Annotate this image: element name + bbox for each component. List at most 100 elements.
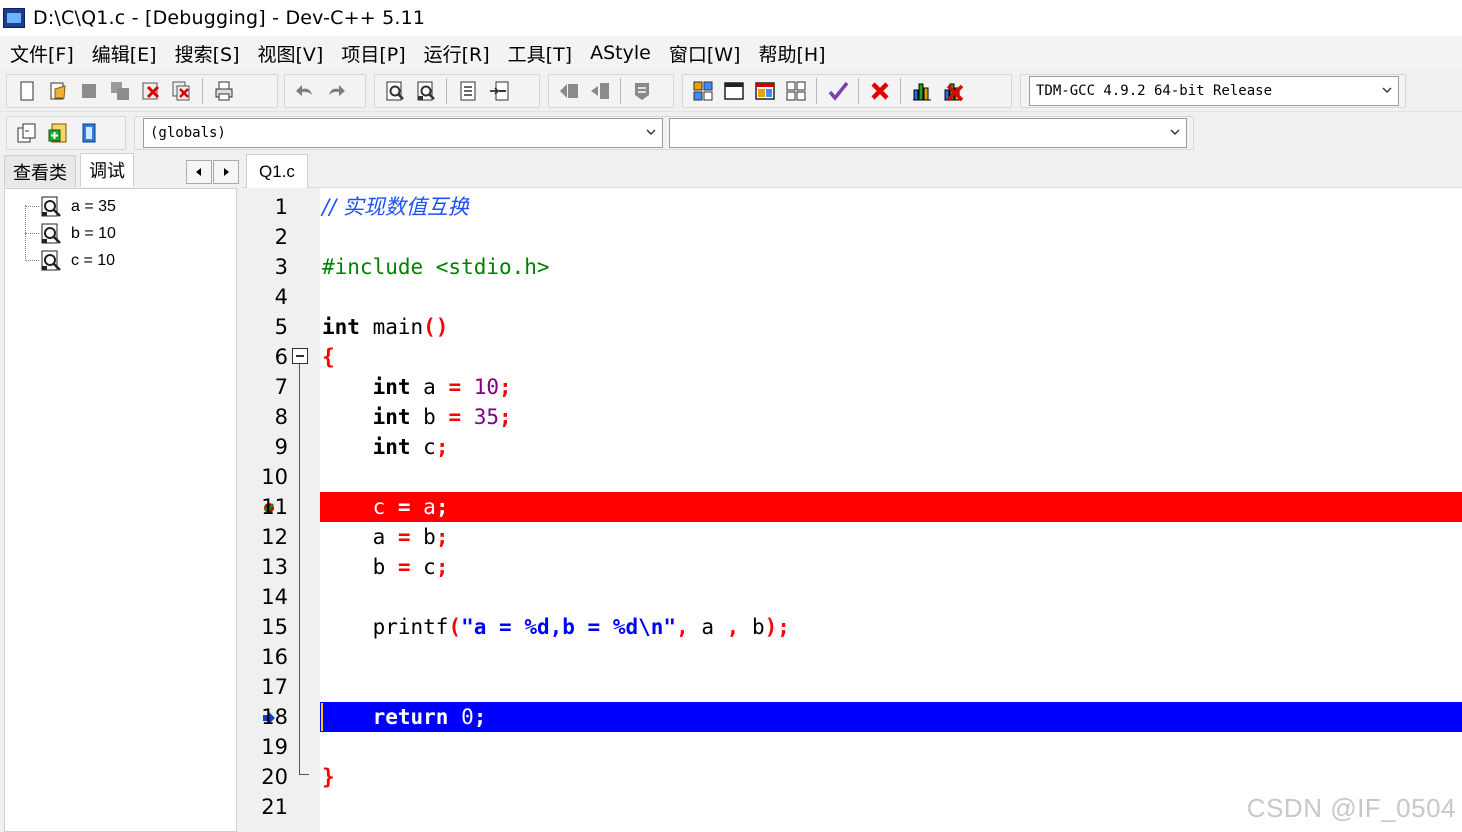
line-code: {: [322, 342, 335, 372]
menu-run[interactable]: 运行[R]: [420, 40, 504, 67]
compile-run-button[interactable]: [751, 78, 778, 105]
tree-connector: [25, 260, 39, 261]
secondary-toolbar: (globals): [0, 112, 1462, 152]
tab-debug[interactable]: 调试: [80, 153, 134, 187]
function-select[interactable]: [669, 118, 1187, 148]
compiler-select[interactable]: TDM-GCC 4.9.2 64-bit Release: [1029, 76, 1399, 106]
symbol-token: ,: [676, 615, 689, 639]
menu-file[interactable]: 文件[F]: [6, 40, 88, 67]
new-project-button[interactable]: [13, 120, 40, 147]
code-line: 12 a = b;: [248, 522, 1462, 552]
red-x-icon: [870, 82, 889, 100]
menu-project[interactable]: 项目[P]: [337, 40, 419, 67]
redo-button[interactable]: [322, 78, 349, 105]
rebuild-all-button[interactable]: [782, 78, 809, 105]
line-number: 2: [274, 225, 288, 249]
stop-execution-button[interactable]: [866, 78, 893, 105]
line-number: 21: [261, 795, 288, 819]
goto-line-button[interactable]: [454, 78, 481, 105]
toggle-comment-button[interactable]: [628, 78, 655, 105]
code-line: 19: [248, 732, 1462, 762]
symbol-token: ;: [473, 705, 487, 729]
scope-select[interactable]: (globals): [143, 118, 663, 148]
menu-help[interactable]: 帮助[H]: [754, 40, 839, 67]
identifier-token: c: [410, 435, 436, 459]
replace-button[interactable]: [412, 78, 439, 105]
chevron-down-icon: [1170, 129, 1180, 135]
close-file-button[interactable]: [137, 78, 164, 105]
menu-tools[interactable]: 工具[T]: [504, 40, 586, 67]
line-code: printf("a = %d,b = %d\n", a , b);: [322, 612, 790, 642]
symbol-token: =: [397, 495, 411, 519]
comment-icon: [634, 83, 649, 100]
compile-button[interactable]: [689, 78, 716, 105]
watch-item[interactable]: b = 10: [39, 222, 116, 246]
watch-label: a = 35: [71, 198, 116, 215]
string-token: %d,b: [511, 615, 588, 639]
tab-class-browser[interactable]: 查看类: [4, 155, 76, 187]
symbol-token: ,: [726, 615, 740, 639]
menu-astyle[interactable]: AStyle: [586, 42, 665, 64]
run-window-icon: [723, 82, 744, 100]
new-file-button[interactable]: [13, 78, 40, 105]
line-number: 1: [274, 195, 288, 219]
line-number: 7: [274, 375, 288, 399]
line-code: #include <stdio.h>: [322, 252, 550, 282]
watch-item[interactable]: c = 10: [39, 249, 115, 273]
line-code: int b = 35;: [322, 402, 512, 432]
line-number: 5: [274, 315, 288, 339]
symbol-token: ;: [435, 435, 449, 459]
code-editor[interactable]: 1 // 实现数值互换 2 3 #include <stdio.h> 4 5 i…: [248, 188, 1462, 832]
watch-item[interactable]: a = 35: [39, 195, 116, 219]
line-code: a = b;: [322, 522, 449, 552]
identifier-token: b: [410, 405, 449, 429]
menu-edit[interactable]: 编辑[E]: [88, 40, 171, 67]
line-number: 3: [274, 255, 288, 279]
syntax-check-button[interactable]: [824, 78, 851, 105]
chevron-down-icon: [1382, 87, 1392, 93]
project-window-icon: [17, 123, 35, 143]
file-toolbar: [6, 74, 278, 108]
find-button[interactable]: [381, 78, 408, 105]
scroll-left-button[interactable]: [186, 160, 212, 184]
project-options-button[interactable]: [75, 120, 102, 147]
line-number: 10: [261, 465, 288, 489]
toolbar-separator: [202, 78, 203, 104]
find-magnifier-icon: [386, 81, 404, 101]
unindent-button[interactable]: [555, 78, 582, 105]
symbol-token: ;: [499, 405, 512, 429]
add-to-project-button[interactable]: [44, 120, 71, 147]
indent-button[interactable]: [586, 78, 613, 105]
delete-profile-button[interactable]: [939, 78, 966, 105]
code-line: 1 // 实现数值互换: [248, 192, 1462, 222]
save-all-button[interactable]: [106, 78, 133, 105]
scroll-right-button[interactable]: [213, 160, 239, 184]
run-button[interactable]: [720, 78, 747, 105]
undo-button[interactable]: [291, 78, 318, 105]
insert-button[interactable]: [485, 78, 512, 105]
print-button[interactable]: [210, 78, 237, 105]
watch-magnifier-icon: [41, 196, 61, 217]
close-all-button[interactable]: [168, 78, 195, 105]
line-number: 18: [261, 705, 288, 729]
watch-label: c = 10: [71, 252, 116, 269]
watch-magnifier-icon: [41, 223, 61, 244]
checkmark-icon: [828, 81, 848, 101]
symbol-token: ;: [435, 555, 449, 579]
printer-icon: [215, 81, 232, 101]
class-browser-toolbar: (globals): [134, 116, 1194, 150]
keyword-token: int: [372, 435, 411, 459]
symbol-token: =: [448, 405, 462, 429]
open-file-button[interactable]: [44, 78, 71, 105]
save-button[interactable]: [75, 78, 102, 105]
line-number: 11: [261, 495, 288, 519]
line-number: 12: [261, 525, 288, 549]
menu-view[interactable]: 视图[V]: [254, 40, 338, 67]
menu-search[interactable]: 搜索[S]: [171, 40, 254, 67]
save-all-icon: [110, 82, 129, 100]
menu-window[interactable]: 窗口[W]: [665, 40, 755, 67]
code-line: 4: [248, 282, 1462, 312]
profile-button[interactable]: [908, 78, 935, 105]
tab-q1-c[interactable]: Q1.c: [246, 154, 308, 188]
menu-bar: 文件[F] 编辑[E] 搜索[S] 视图[V] 项目[P] 运行[R] 工具[T…: [0, 36, 1462, 70]
